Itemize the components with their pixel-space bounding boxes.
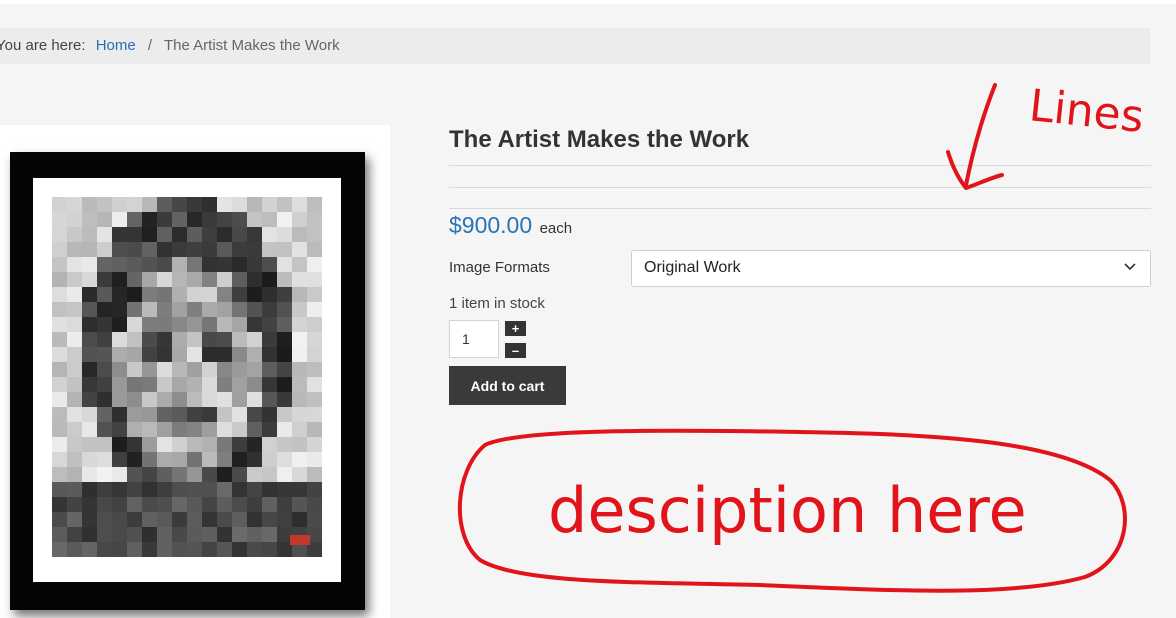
stock-status: 1 item in stock — [449, 295, 545, 312]
breadcrumb-current: The Artist Makes the Work — [163, 37, 340, 54]
image-formats-select[interactable]: Original Work — [631, 250, 1151, 287]
breadcrumb-separator: / — [147, 37, 153, 54]
quantity-input[interactable] — [449, 320, 499, 358]
breadcrumb-lead: You are here: — [0, 37, 86, 54]
product-title: The Artist Makes the Work — [449, 126, 750, 153]
lines-annotation: Lines — [1027, 80, 1146, 143]
description-annotation-loop — [458, 428, 1127, 593]
description-annotation: desciption here — [548, 474, 1027, 547]
selected-format: Original Work — [644, 259, 741, 276]
breadcrumb: You are here: Home / The Artist Makes th… — [0, 28, 1150, 64]
arrow-down-icon — [946, 83, 1004, 190]
divider-line — [449, 165, 1151, 166]
price-unit: each — [539, 220, 573, 237]
chevron-down-icon — [1124, 263, 1136, 271]
divider-line — [449, 208, 1151, 209]
breadcrumb-home-link[interactable]: Home — [96, 37, 136, 54]
add-to-cart-button[interactable]: Add to cart — [449, 366, 566, 405]
price-row: $900.00 each — [449, 212, 572, 239]
quantity-increment-button[interactable]: + — [505, 321, 526, 336]
image-formats-label: Image Formats — [449, 259, 550, 276]
divider-line — [449, 187, 1151, 188]
product-image[interactable] — [52, 197, 322, 557]
top-strip — [0, 0, 1176, 4]
product-price: $900.00 — [449, 212, 533, 238]
quantity-decrement-button[interactable]: – — [505, 343, 526, 358]
